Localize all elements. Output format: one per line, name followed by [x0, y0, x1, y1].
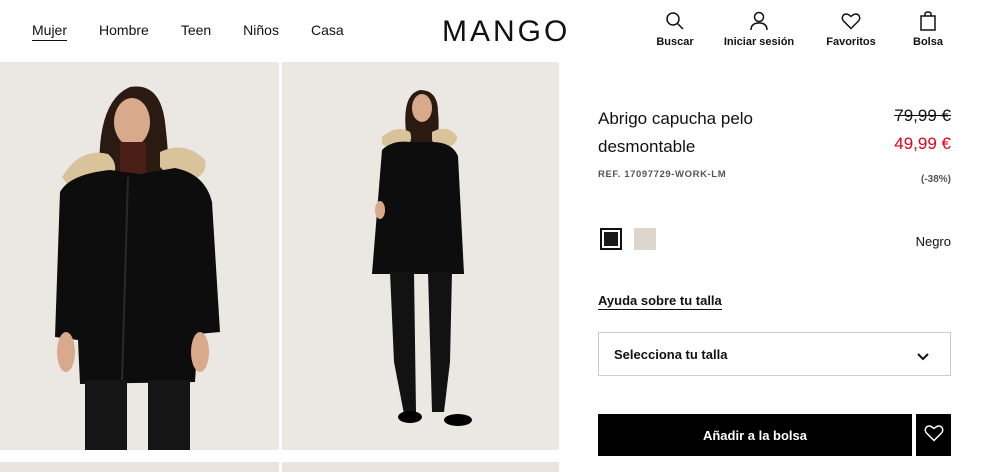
- wishlist-button[interactable]: [916, 414, 951, 456]
- product-photo-closeup[interactable]: [0, 62, 279, 450]
- login-label: Iniciar sesión: [723, 36, 795, 48]
- user-icon: [748, 10, 770, 32]
- heart-icon: [840, 10, 862, 32]
- search-label: Buscar: [656, 36, 694, 48]
- add-to-bag-button[interactable]: Añadir a la bolsa: [598, 414, 912, 456]
- svg-text:MANGO: MANGO: [442, 15, 570, 48]
- main-nav: Mujer Hombre Teen Niños Casa: [32, 22, 344, 41]
- chevron-down-icon: [916, 349, 930, 361]
- search-button[interactable]: Buscar: [646, 10, 704, 48]
- size-select-label: Selecciona tu talla: [614, 347, 728, 362]
- color-swatch-cream[interactable]: [634, 228, 656, 250]
- bag-button[interactable]: Bolsa: [888, 10, 968, 48]
- login-button[interactable]: Iniciar sesión: [704, 10, 814, 48]
- favorites-button[interactable]: Favoritos: [814, 10, 888, 48]
- product-photo-next[interactable]: [282, 462, 559, 472]
- nav-item-hombre[interactable]: Hombre: [99, 22, 149, 41]
- favorites-label: Favoritos: [826, 36, 876, 48]
- site-header: Mujer Hombre Teen Niños Casa MANGO Busca…: [0, 0, 986, 62]
- product-title: Abrigo capucha pelo desmontable: [598, 109, 754, 156]
- nav-item-mujer[interactable]: Mujer: [32, 22, 68, 41]
- heart-icon: [924, 424, 944, 447]
- nav-item-teen[interactable]: Teen: [181, 22, 211, 41]
- model-closeup-image: [55, 86, 220, 450]
- selected-color-name: Negro: [915, 234, 951, 249]
- bag-icon: [917, 10, 939, 32]
- product-reference: REF. 17097729-WORK-LM: [598, 169, 727, 180]
- size-select[interactable]: Selecciona tu talla: [598, 332, 951, 376]
- model-full-image: [372, 90, 472, 426]
- nav-item-casa[interactable]: Casa: [311, 22, 344, 41]
- discount-badge: (-38%): [920, 174, 951, 185]
- header-actions: Buscar Iniciar sesión Favoritos Bolsa: [646, 10, 968, 48]
- product-photo-next[interactable]: [0, 462, 279, 472]
- size-help-link[interactable]: Ayuda sobre tu talla: [598, 293, 722, 310]
- product-photo-full[interactable]: [282, 62, 559, 450]
- brand-logo[interactable]: MANGO: [442, 12, 582, 48]
- nav-item-ninos[interactable]: Niños: [243, 22, 279, 41]
- search-icon: [664, 10, 686, 32]
- bag-label: Bolsa: [913, 36, 943, 48]
- original-price: 79,99 €: [894, 106, 951, 125]
- sale-price: 49,99 €: [894, 134, 951, 153]
- color-swatch-black[interactable]: [600, 228, 622, 250]
- mango-logo: MANGO: [442, 15, 570, 48]
